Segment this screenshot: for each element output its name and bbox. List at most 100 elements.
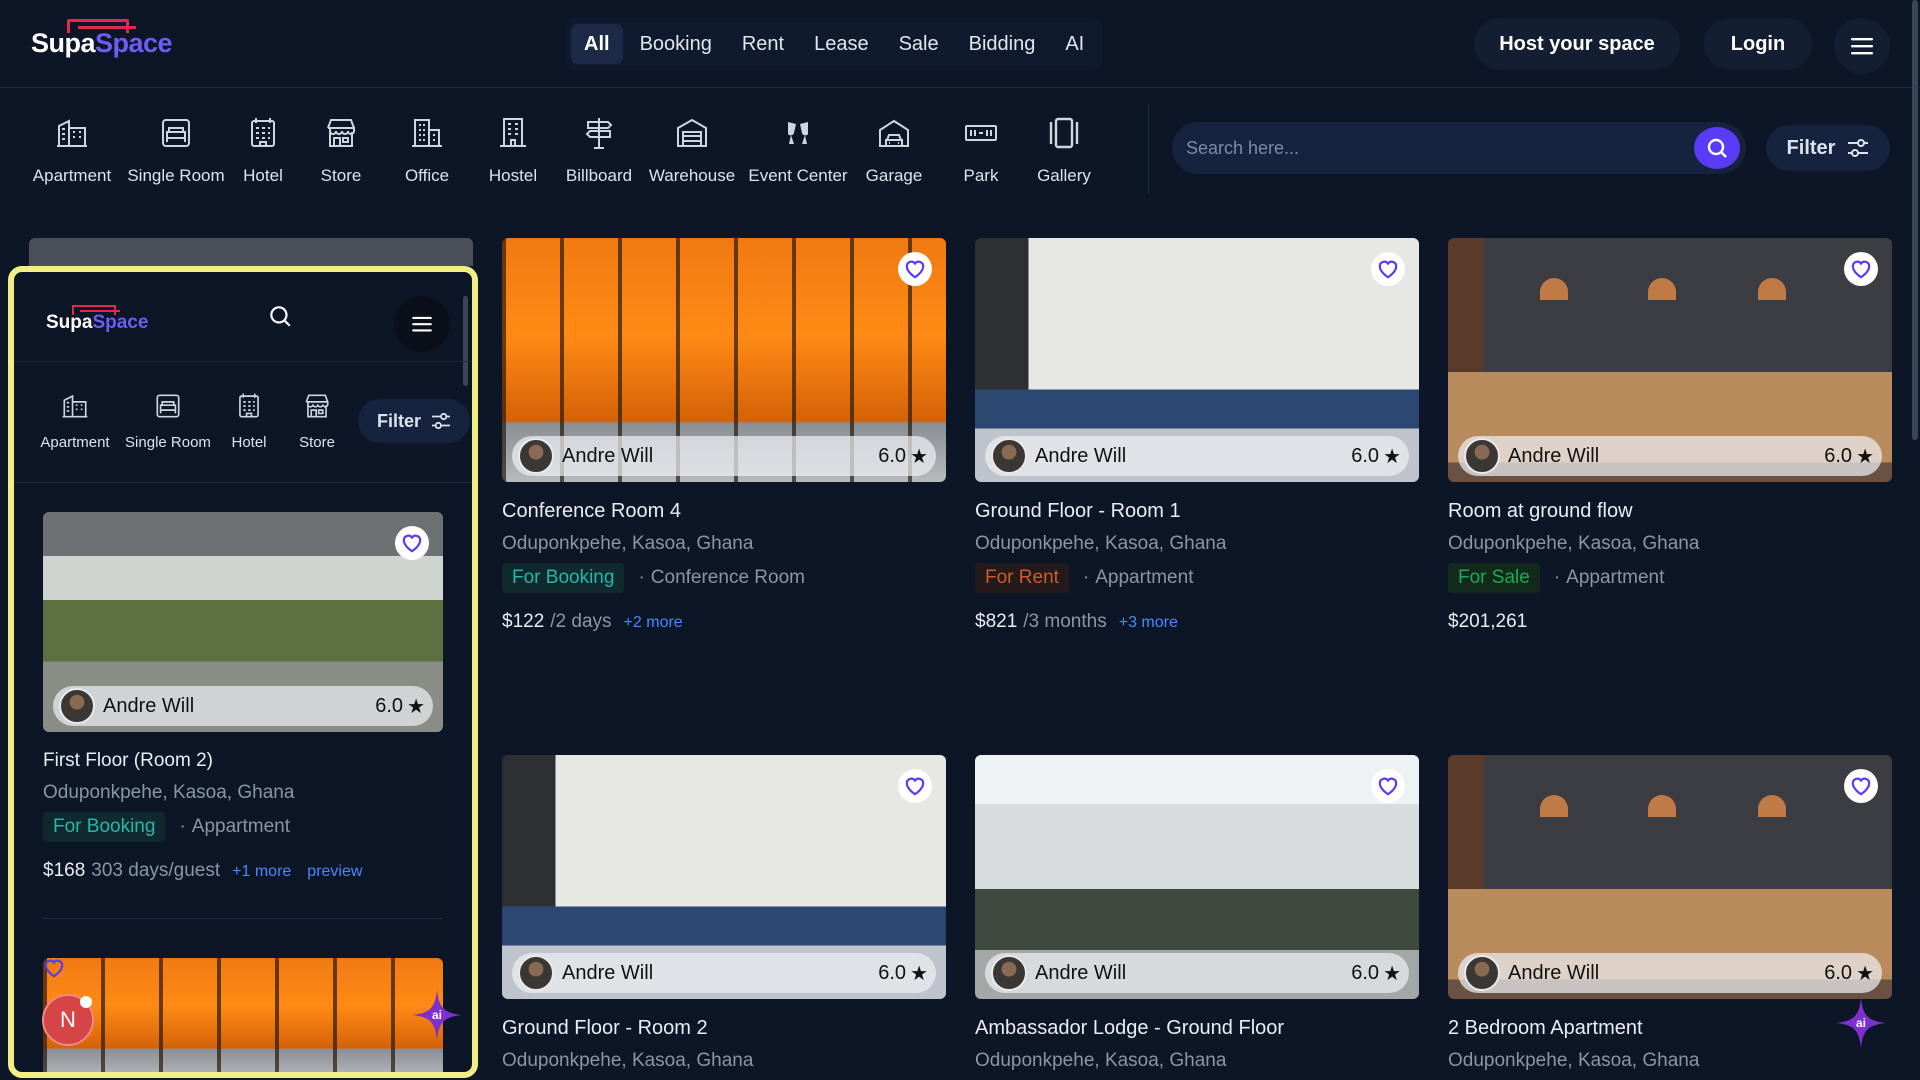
listing-card[interactable]: Andre Will 6.0 ★ 2 Bedroom Apartment Odup… <box>1448 755 1892 1072</box>
listing-image[interactable]: Andre Will 6.0 ★ <box>502 238 946 482</box>
category-single-room[interactable]: Single Room <box>122 392 214 451</box>
mobile-search-button[interactable] <box>264 300 296 332</box>
ai-label: ai <box>1855 1016 1866 1030</box>
tab-lease[interactable]: Lease <box>801 24 882 64</box>
category-store[interactable]: Store <box>284 392 350 451</box>
rating-value: 6.0 <box>1351 444 1380 467</box>
listing-card[interactable]: Andre Will 6.0 ★ First Floor (Room 2) Odu… <box>43 512 443 882</box>
tab-sale[interactable]: Sale <box>886 24 952 64</box>
preview-link[interactable]: preview <box>307 863 362 881</box>
category-billboard[interactable]: Billboard <box>556 110 642 200</box>
user-avatar[interactable]: N <box>42 994 94 1046</box>
category-store[interactable]: Store <box>298 110 384 200</box>
category-label: Hotel <box>243 166 283 185</box>
tab-booking[interactable]: Booking <box>627 24 725 64</box>
category-label: Single Room <box>125 434 211 451</box>
ai-assistant-button[interactable]: ai <box>410 988 464 1042</box>
listing-card[interactable]: Andre Will 6.0 ★ Ground Floor - Room 1 Od… <box>975 238 1419 633</box>
listing-image[interactable] <box>43 958 443 1072</box>
price-period: /3 months <box>1023 611 1107 632</box>
rating-value: 6.0 <box>375 694 404 717</box>
star-icon: ★ <box>1383 962 1401 985</box>
listing-category: Conference Room <box>638 567 805 589</box>
tab-rent[interactable]: Rent <box>729 24 797 64</box>
tab-bidding[interactable]: Bidding <box>956 24 1049 64</box>
tab-all[interactable]: All <box>571 24 623 64</box>
listing-card[interactable]: Andre Will 6.0 ★ Ambassador Lodge - Groun… <box>975 755 1419 1072</box>
host-name: Andre Will <box>1035 444 1127 467</box>
search-button[interactable] <box>1694 127 1740 169</box>
category-office[interactable]: Office <box>384 110 470 200</box>
favorite-button[interactable] <box>1371 252 1405 286</box>
more-prices-link[interactable]: +3 more <box>1119 614 1178 632</box>
listing-image[interactable]: Andre Will 6.0 ★ <box>502 755 946 999</box>
category-garage[interactable]: Garage <box>854 110 934 200</box>
tab-ai[interactable]: AI <box>1052 24 1097 64</box>
host-your-space-button[interactable]: Host your space <box>1474 18 1680 70</box>
logo-roof-icon <box>72 305 120 315</box>
category-label: Garage <box>865 166 923 185</box>
listing-image[interactable]: Andre Will 6.0 ★ <box>1448 755 1892 999</box>
category-warehouse[interactable]: Warehouse <box>642 110 742 200</box>
favorite-button[interactable] <box>1844 252 1878 286</box>
listing-image[interactable]: Andre Will 6.0 ★ <box>43 512 443 732</box>
mobile-category-bar: Apartment Single Room Hotel Store <box>28 392 350 451</box>
category-hotel[interactable]: Hotel <box>228 110 298 200</box>
listing-image[interactable]: Andre Will 6.0 ★ <box>1448 238 1892 482</box>
search-icon <box>1707 138 1727 158</box>
hidden-card-peek <box>29 238 473 266</box>
category-apartment[interactable]: Apartment <box>28 392 122 451</box>
listing-title: First Floor (Room 2) <box>43 750 213 771</box>
category-bar: Apartment Single Room Hotel Store Office… <box>20 110 1100 200</box>
logo[interactable]: SupaSpace <box>31 19 173 59</box>
listing-price: $821 /3 months +3 more <box>975 611 1419 633</box>
page-scrollbar[interactable] <box>1912 0 1918 440</box>
favorite-button[interactable] <box>43 958 443 983</box>
status-badge: For Sale <box>1448 563 1540 593</box>
favorite-button[interactable] <box>395 526 429 560</box>
host-avatar <box>518 438 554 474</box>
sliders-icon <box>432 412 450 430</box>
listing-title: Ground Floor - Room 1 <box>975 500 1181 522</box>
category-event-center[interactable]: Event Center <box>742 110 854 200</box>
ai-assistant-button[interactable]: ai <box>1834 996 1888 1050</box>
listing-image[interactable]: Andre Will 6.0 ★ <box>975 755 1419 999</box>
category-divider <box>1148 104 1149 194</box>
favorite-button[interactable] <box>1371 769 1405 803</box>
pendant-lamp <box>1758 278 1786 300</box>
listing-location: Oduponkpehe, Kasoa, Ghana <box>975 533 1227 554</box>
rating-value: 6.0 <box>1824 444 1853 467</box>
more-prices-link[interactable]: +1 more <box>232 863 291 881</box>
logo-roof-icon <box>67 19 136 33</box>
rating-value: 6.0 <box>878 961 907 984</box>
category-hostel[interactable]: Hostel <box>470 110 556 200</box>
more-prices-link[interactable]: +2 more <box>624 614 683 632</box>
category-hotel[interactable]: Hotel <box>214 392 284 451</box>
listing-card[interactable]: Andre Will 6.0 ★ Conference Room 4 Odupon… <box>502 238 946 633</box>
category-park[interactable]: Park <box>934 110 1028 200</box>
category-gallery[interactable]: Gallery <box>1028 110 1100 200</box>
card-separator <box>43 918 443 919</box>
garage-icon <box>879 119 909 147</box>
login-button[interactable]: Login <box>1704 18 1812 70</box>
mobile-menu-button[interactable] <box>394 296 450 352</box>
mobile-filter-button[interactable]: Filter <box>358 399 470 443</box>
listing-title: Room at ground flow <box>1448 500 1633 522</box>
favorite-button[interactable] <box>1844 769 1878 803</box>
category-single-room[interactable]: Single Room <box>124 110 228 200</box>
listing-card[interactable]: Andre Will 6.0 ★ Room at ground flow Odup… <box>1448 238 1892 633</box>
listing-title: 2 Bedroom Apartment <box>1448 1017 1643 1039</box>
listing-image[interactable]: Andre Will 6.0 ★ <box>975 238 1419 482</box>
rating: 6.0 ★ <box>1824 961 1874 986</box>
filter-button[interactable]: Filter <box>1766 125 1890 171</box>
search-input[interactable] <box>1186 134 1666 162</box>
listing-location: Oduponkpehe, Kasoa, Ghana <box>1448 533 1700 554</box>
mobile-logo[interactable]: SupaSpace <box>46 305 148 334</box>
category-apartment[interactable]: Apartment <box>20 110 124 200</box>
menu-button[interactable] <box>1834 18 1890 74</box>
favorite-button[interactable] <box>898 252 932 286</box>
listing-card[interactable]: Andre Will 6.0 ★ Ground Floor - Room 2 Od… <box>502 755 946 1072</box>
favorite-button[interactable] <box>898 769 932 803</box>
category-label: Office <box>404 166 450 185</box>
host-bar: Andre Will 6.0 ★ <box>512 436 936 476</box>
